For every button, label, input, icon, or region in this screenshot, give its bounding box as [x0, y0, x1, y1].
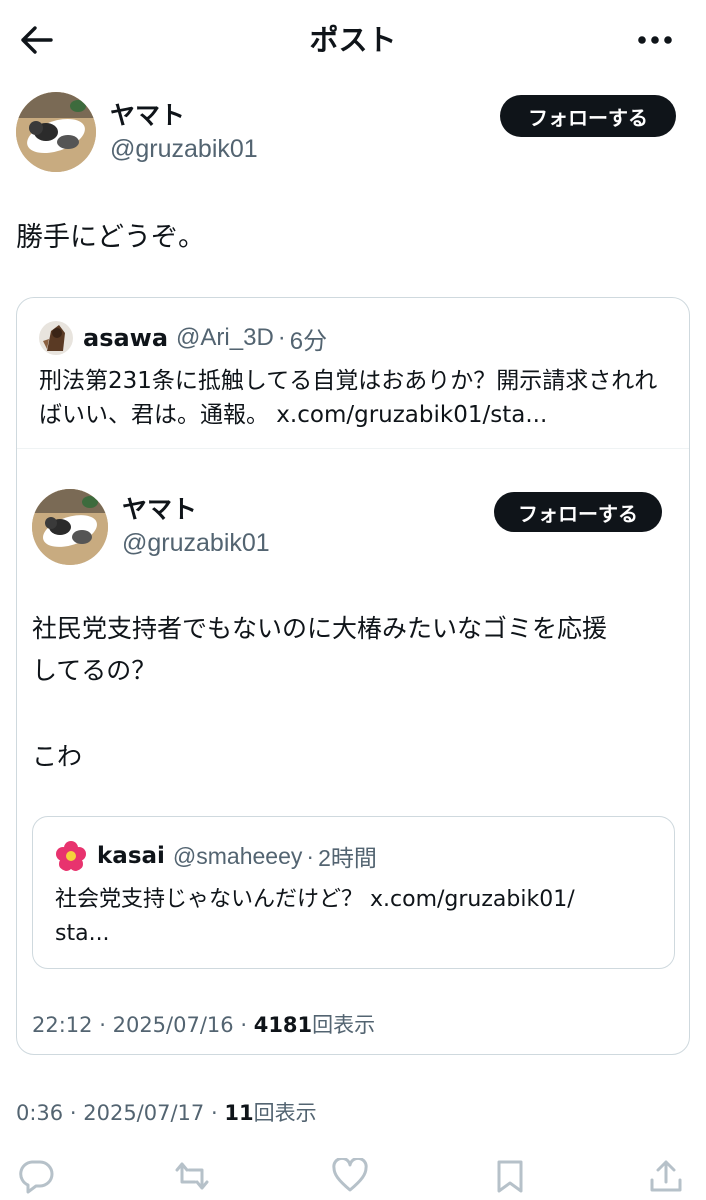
bookmark-icon	[497, 1160, 523, 1193]
top-bar: ポスト	[0, 0, 706, 80]
repost-button[interactable]	[172, 1158, 212, 1198]
post-time: 0:36	[16, 1101, 64, 1125]
inner-author-display-name[interactable]: ヤマト	[122, 494, 197, 526]
inner-post-meta: 22:12 · 2025/07/16 · 4181回表示	[32, 1010, 375, 1040]
action-bar	[0, 1154, 706, 1200]
inner-post-line-3: こわ	[32, 742, 83, 771]
nested-quote-card[interactable]: kasai @smaheeey · 2時間 社会党支持じゃないんだけど？ x.c…	[32, 816, 675, 969]
nested-author-name: kasai	[97, 843, 165, 869]
nested-text-line-1: 社会党支持じゃないんだけど？ x.com/gruzabik01/	[55, 887, 575, 912]
separator-dot: ·	[210, 1101, 218, 1125]
inner-views-count: 4181	[253, 1013, 313, 1037]
inner-post-date: 2025/07/16	[112, 1013, 234, 1037]
reply-icon	[19, 1160, 54, 1194]
author-handle[interactable]: @gruzabik01	[110, 133, 258, 165]
share-icon	[650, 1160, 682, 1192]
inner-post-time: 22:12	[32, 1013, 93, 1037]
flower-icon	[55, 840, 87, 872]
quoted-author-name: asawa	[83, 324, 169, 352]
inner-post-line-1: 社民党支持者でもないのに大椿みたいなゴミを応援	[32, 614, 608, 643]
more-button[interactable]	[630, 20, 680, 60]
post-meta: 0:36 · 2025/07/17 · 11回表示	[16, 1098, 317, 1128]
nested-author-handle: @smaheeey	[172, 842, 303, 869]
author-avatar[interactable]	[16, 92, 96, 172]
nested-quote-header: kasai @smaheeey · 2時間	[55, 839, 377, 873]
separator-dot: ·	[99, 1013, 106, 1037]
inner-follow-button[interactable]: フォローする	[494, 492, 662, 532]
separator-dot: ·	[240, 1013, 248, 1037]
views-count: 11	[224, 1101, 254, 1125]
reply-button[interactable]	[16, 1158, 56, 1198]
bookmark-button[interactable]	[490, 1158, 530, 1198]
like-icon	[332, 1158, 368, 1192]
author-display-name[interactable]: ヤマト	[110, 100, 185, 132]
quoted-post-time: 6分	[289, 327, 328, 355]
inner-views-label: 回表示	[312, 1013, 376, 1037]
page-title: ポスト	[309, 23, 397, 57]
more-icon	[638, 36, 672, 44]
inner-post-text: 社民党支持者でもないのに大椿みたいなゴミを応援 してるの？	[32, 608, 672, 692]
separator-dot: ·	[277, 324, 286, 351]
inner-author-handle[interactable]: @gruzabik01	[122, 527, 270, 559]
repost-icon	[175, 1162, 209, 1190]
views-label: 回表示	[253, 1101, 317, 1125]
inner-post-line-2: してるの？	[32, 656, 157, 685]
quoted-author-avatar	[39, 321, 73, 355]
quoted-author-handle: @Ari_3D	[176, 324, 274, 351]
follow-button[interactable]: フォローする	[500, 95, 676, 137]
share-button[interactable]	[646, 1158, 686, 1198]
quoted-divider	[17, 448, 689, 449]
nested-quote-text: 社会党支持じゃないんだけど？ x.com/gruzabik01/ sta...	[55, 883, 645, 951]
quoted-post-header: asawa @Ari_3D · 6分	[39, 320, 327, 356]
post-text: 勝手にどうぞ。	[16, 222, 205, 253]
quoted-post-text: 刑法第231条に抵触してる自覚はおありか？開示請求されればいい、君は。通報。 x…	[39, 368, 658, 428]
nested-text-line-2: sta...	[55, 921, 110, 946]
inner-author-avatar[interactable]	[32, 489, 108, 565]
post-date: 2025/07/17	[83, 1101, 205, 1125]
separator-dot: ·	[69, 1101, 77, 1125]
nested-post-time: 2時間	[318, 845, 377, 871]
separator-dot: ·	[306, 842, 315, 869]
like-button[interactable]	[330, 1158, 370, 1198]
